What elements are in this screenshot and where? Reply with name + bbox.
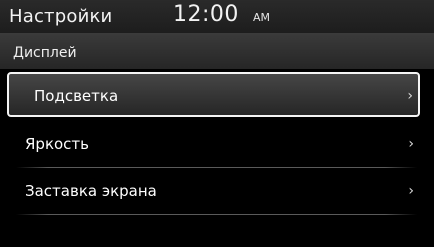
section-title: Дисплей — [13, 45, 77, 61]
settings-screen: Настройки 12:00 AM Дисплей Подсветка › Я… — [0, 0, 434, 247]
menu-item-label: Подсветка — [34, 87, 119, 105]
chevron-right-icon: › — [408, 136, 414, 152]
menu-item-brightness[interactable]: Яркость › — [0, 121, 434, 167]
menu-item-label: Заставка экрана — [25, 182, 157, 200]
menu-item-label: Яркость — [25, 135, 90, 153]
status-bar: Настройки 12:00 AM — [0, 0, 434, 34]
screen-title: Настройки — [9, 6, 113, 27]
divider — [16, 214, 417, 215]
chevron-right-icon: › — [408, 183, 414, 199]
clock-ampm: AM — [253, 11, 271, 24]
section-header: Дисплей — [0, 34, 434, 69]
menu-item-screensaver[interactable]: Заставка экрана › — [0, 168, 434, 214]
chevron-right-icon: › — [407, 88, 413, 104]
clock-time: 12:00 — [173, 2, 239, 27]
menu-item-backlight[interactable]: Подсветка › — [7, 72, 420, 117]
